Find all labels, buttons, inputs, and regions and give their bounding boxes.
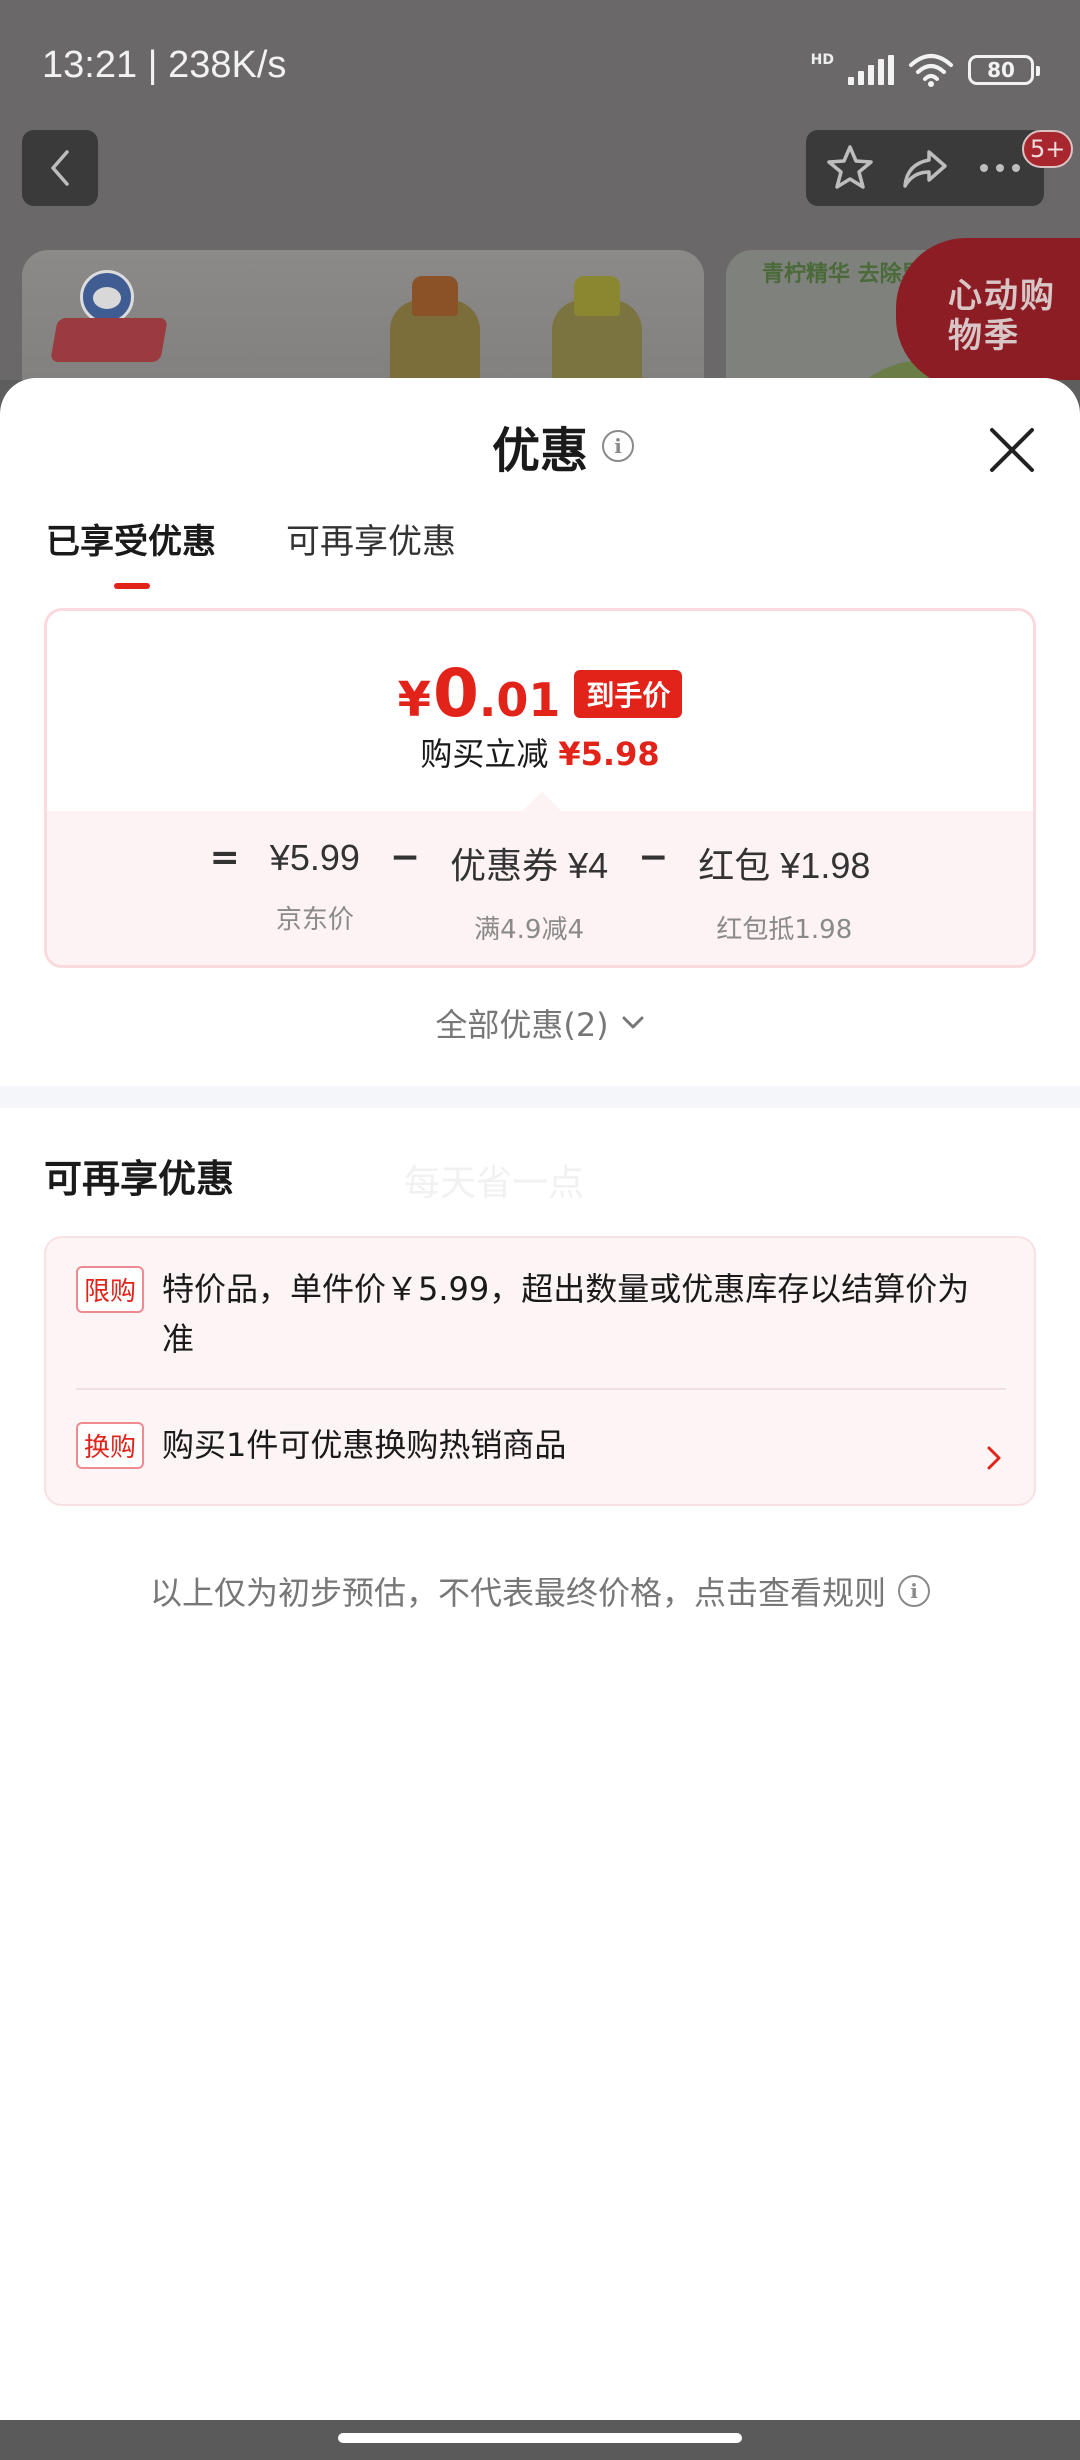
product-image-main <box>22 250 704 380</box>
close-button[interactable] <box>980 418 1044 482</box>
rules-disclaimer[interactable]: 以上仅为初步预估，不代表最终价格，点击查看规则 i <box>0 1568 1080 1614</box>
price-card: ¥ 0 .01 到手价 购买立减 ¥5.98 = ¥5.99 京东价 − 优惠券 … <box>44 608 1036 968</box>
sheet-title: 优惠 <box>492 423 589 479</box>
status-bar: 13:21 | 238K/s HD 80 <box>0 0 1080 140</box>
signal-icon <box>848 55 894 85</box>
coupon-label: 满4.9减4 <box>474 915 585 945</box>
red-packet-label: 红包抵1.98 <box>716 915 853 945</box>
chevron-right-icon[interactable] <box>980 1438 1008 1478</box>
discount-label: 购买立减 <box>420 735 549 773</box>
more-icon <box>980 164 1021 172</box>
final-price-integer: 0 <box>432 655 479 732</box>
final-price: ¥ 0 .01 <box>398 655 561 732</box>
coupon-value: 优惠券 ¥4 <box>450 845 609 886</box>
share-button[interactable] <box>892 135 958 201</box>
disclaimer-text: 以上仅为初步预估，不代表最终价格，点击查看规则 <box>149 1574 886 1612</box>
offer-separator <box>76 1388 1006 1390</box>
minus-sign: − <box>389 837 421 878</box>
all-offers-label: 全部优惠(2) <box>435 1006 609 1044</box>
all-offers-toggle[interactable]: 全部优惠(2) <box>0 1000 1080 1046</box>
tab-more-offers[interactable]: 可再享优惠 <box>286 514 456 589</box>
home-indicator[interactable] <box>338 2433 742 2443</box>
favorite-button[interactable] <box>817 135 883 201</box>
equals-sign: = <box>209 837 240 878</box>
top-action-group <box>806 130 1044 206</box>
share-icon <box>903 150 947 188</box>
tab-bar: 已享受优惠 可再享优惠 <box>46 514 456 589</box>
jd-price-label: 京东价 <box>275 905 354 935</box>
offer-tag-exchange: 换购 <box>76 1422 145 1469</box>
watermark-text: 每天省一点 <box>404 1163 585 1204</box>
system-nav-bar <box>0 2420 1080 2460</box>
more-offers-card: 限购 特价品，单件价￥5.99，超出数量或优惠库存以结算价为准 换购 购买1件可… <box>44 1236 1036 1506</box>
section-divider <box>0 1086 1080 1108</box>
offer-item-limited: 限购 特价品，单件价￥5.99，超出数量或优惠库存以结算价为准 <box>76 1264 996 1364</box>
currency-symbol: ¥ <box>397 672 431 728</box>
discount-row: 购买立减 ¥5.98 <box>47 729 1033 775</box>
back-button[interactable] <box>22 130 98 206</box>
status-time: 13:21 | 238K/s <box>42 44 287 86</box>
final-price-tag: 到手价 <box>574 669 683 718</box>
sheet-title-group: 优惠 i <box>492 416 635 479</box>
final-price-decimal: .01 <box>478 673 561 727</box>
product-bottle-orange <box>390 276 480 380</box>
star-icon <box>826 145 873 189</box>
minus-sign: − <box>638 837 669 878</box>
chevron-down-icon <box>622 1016 644 1029</box>
status-icons: HD 80 <box>810 50 1040 90</box>
rules-info-icon: i <box>898 1575 930 1607</box>
brand-logo <box>50 270 168 370</box>
formula-item-red-packet: 红包 ¥1.98 红包抵1.98 <box>698 837 870 946</box>
back-icon <box>51 150 69 186</box>
battery-level: 80 <box>987 58 1015 82</box>
network-type: HD <box>810 52 834 68</box>
info-icon[interactable]: i <box>602 430 635 462</box>
product-bottle-yellow <box>552 276 642 380</box>
formula-item-jd-price: ¥5.99 京东价 <box>270 837 360 936</box>
wifi-icon <box>909 54 953 87</box>
price-summary: ¥ 0 .01 到手价 购买立减 ¥5.98 <box>47 611 1033 811</box>
price-breakdown: = ¥5.99 京东价 − 优惠券 ¥4 满4.9减4 − 红包 ¥1.98 红… <box>47 811 1033 965</box>
offer-text-limited: 特价品，单件价￥5.99，超出数量或优惠库存以结算价为准 <box>162 1270 970 1358</box>
battery-icon: 80 <box>968 55 1040 85</box>
offer-item-exchange[interactable]: 换购 购买1件可优惠换购热销商品 <box>76 1420 996 1470</box>
formula-item-coupon: 优惠券 ¥4 满4.9减4 <box>450 837 608 946</box>
tab-enjoyed-offers[interactable]: 已享受优惠 <box>46 514 216 589</box>
price-formula: = ¥5.99 京东价 − 优惠券 ¥4 满4.9减4 − 红包 ¥1.98 红… <box>47 837 1033 946</box>
offer-text-exchange: 购买1件可优惠换购热销商品 <box>162 1426 567 1464</box>
final-price-row: ¥ 0 .01 到手价 <box>47 655 1033 732</box>
more-offers-title: 可再享优惠 <box>44 1157 235 1201</box>
promo-text: 心动购物季 <box>948 276 1056 356</box>
discount-amount: ¥5.98 <box>558 735 660 773</box>
discount-sheet: 优惠 i 已享受优惠 可再享优惠 ¥ 0 .01 到手价 购买立减¥5.98 <box>0 378 1080 2420</box>
red-packet-value: 红包 ¥1.98 <box>698 845 871 886</box>
message-count-badge: 5+ <box>1022 130 1074 168</box>
jd-price-value: ¥5.99 <box>269 837 360 878</box>
close-icon <box>990 428 1034 472</box>
offer-tag-limited: 限购 <box>76 1266 145 1313</box>
